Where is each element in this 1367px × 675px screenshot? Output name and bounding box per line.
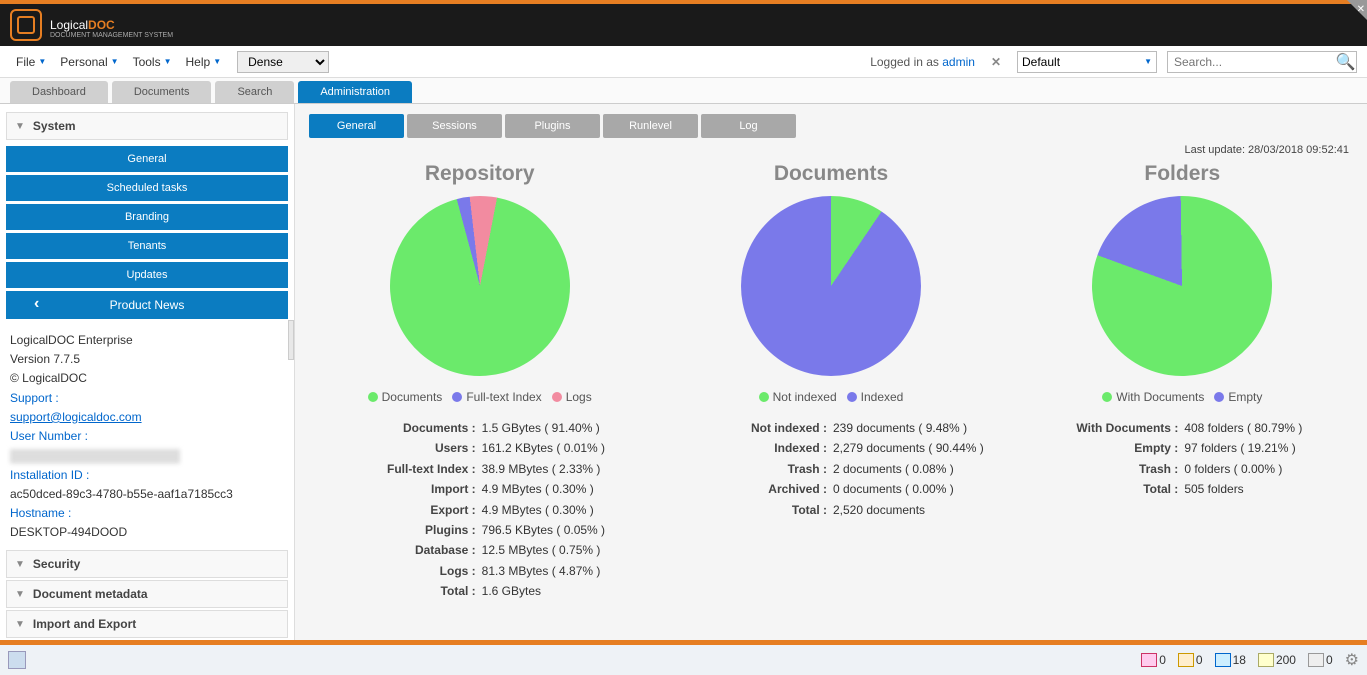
subtab-log[interactable]: Log (701, 114, 796, 138)
stat-row: Indexed :2,279 documents ( 90.44% ) (660, 438, 1001, 458)
tab-search[interactable]: Search (215, 81, 294, 103)
stat-row: Empty :97 folders ( 19.21% ) (1012, 438, 1353, 458)
sidebar-resizer[interactable] (288, 320, 294, 360)
main-tabs: Dashboard Documents Search Administratio… (0, 78, 1367, 104)
sidebar-general[interactable]: General (6, 146, 288, 172)
stats-documents: Not indexed :239 documents ( 9.48% )Inde… (660, 418, 1001, 520)
sidebar-tenants[interactable]: Tenants (6, 233, 288, 259)
tab-dashboard[interactable]: Dashboard (10, 81, 108, 103)
search-input[interactable] (1168, 53, 1335, 71)
chart-folders: Folders With Documents Empty With Docume… (1012, 162, 1353, 602)
stat-row: Archived :0 documents ( 0.00% ) (660, 479, 1001, 499)
tab-documents[interactable]: Documents (112, 81, 212, 103)
stat-row: Total :505 folders (1012, 479, 1353, 499)
stat-row: Full-text Index :38.9 MBytes ( 2.33% ) (309, 459, 650, 479)
logo-text: LogicalDOC DOCUMENT MANAGEMENT SYSTEM (50, 12, 173, 39)
sidebar-branding[interactable]: Branding (6, 204, 288, 230)
menubar: File▼ Personal▼ Tools▼ Help▼ Dense Logge… (0, 46, 1367, 78)
subtab-plugins[interactable]: Plugins (505, 114, 600, 138)
pie-documents (741, 196, 921, 376)
statusbar: 0 0 18 200 0 ⚙ (0, 643, 1367, 675)
stats-folders: With Documents :408 folders ( 80.79% )Em… (1012, 418, 1353, 500)
stat-row: Database :12.5 MBytes ( 0.75% ) (309, 540, 650, 560)
stat-row: Import :4.9 MBytes ( 0.30% ) (309, 479, 650, 499)
status-download[interactable]: 18 (1215, 653, 1246, 667)
status-app-icon[interactable] (8, 651, 26, 669)
session-label: Logged in as admin (870, 55, 975, 69)
stat-row: Trash :0 folders ( 0.00% ) (1012, 459, 1353, 479)
status-settings[interactable]: ⚙ (1345, 650, 1359, 670)
sidebar: ▼System General Scheduled tasks Branding… (0, 104, 295, 643)
support-email-link[interactable]: support@logicaldoc.com (10, 410, 142, 424)
sidebar-system-header[interactable]: ▼System (6, 112, 288, 140)
sidebar-security-header[interactable]: ▼Security (6, 550, 288, 578)
stat-row: Not indexed :239 documents ( 9.48% ) (660, 418, 1001, 438)
chart-repository: Repository Documents Full-text Index Log… (309, 162, 650, 602)
stat-row: Plugins :796.5 KBytes ( 0.05% ) (309, 520, 650, 540)
chevron-left-icon: ‹ (34, 295, 39, 313)
stat-row: Trash :2 documents ( 0.08% ) (660, 459, 1001, 479)
status-other[interactable]: 0 (1308, 653, 1333, 667)
download-icon (1215, 653, 1231, 667)
sidebar-scheduled-tasks[interactable]: Scheduled tasks (6, 175, 288, 201)
checkout-icon (1178, 653, 1194, 667)
stat-row: Documents :1.5 GBytes ( 91.40% ) (309, 418, 650, 438)
sidebar-info: LogicalDOC Enterprise Version 7.7.5 © Lo… (6, 325, 288, 548)
stat-row: Users :161.2 KBytes ( 0.01% ) (309, 438, 650, 458)
stat-row: With Documents :408 folders ( 80.79% ) (1012, 418, 1353, 438)
subtab-sessions[interactable]: Sessions (407, 114, 502, 138)
stat-row: Logs :81.3 MBytes ( 4.87% ) (309, 561, 650, 581)
search-icon[interactable]: 🔍 (1335, 51, 1356, 73)
tab-administration[interactable]: Administration (298, 81, 412, 103)
logo-icon (10, 9, 42, 41)
logout-button[interactable]: ✕ (985, 55, 1007, 69)
menu-tools[interactable]: Tools▼ (127, 51, 178, 73)
pie-repository (369, 176, 589, 396)
mail-icon (1258, 653, 1274, 667)
sidebar-product-news[interactable]: ‹Product News (6, 291, 288, 319)
stat-row: Export :4.9 MBytes ( 0.30% ) (309, 500, 650, 520)
density-select[interactable]: Dense (237, 51, 329, 73)
pie-folders (1067, 171, 1298, 402)
sidebar-impexp-header[interactable]: ▼Import and Export (6, 610, 288, 638)
lock-icon (1141, 653, 1157, 667)
last-update: Last update: 28/03/2018 09:52:41 (313, 144, 1349, 156)
status-messages[interactable]: 200 (1258, 653, 1296, 667)
gear-icon: ⚙ (1345, 650, 1359, 670)
app-header: LogicalDOC DOCUMENT MANAGEMENT SYSTEM ✕ (0, 4, 1367, 46)
chart-documents: Documents Not indexed Indexed Not indexe… (660, 162, 1001, 602)
stat-row: Total :1.6 GBytes (309, 581, 650, 601)
subtab-general[interactable]: General (309, 114, 404, 138)
close-icon[interactable]: ✕ (1357, 4, 1365, 15)
status-locked[interactable]: 0 (1141, 653, 1166, 667)
content-area: General Sessions Plugins Runlevel Log La… (295, 104, 1367, 643)
menu-help[interactable]: Help▼ (180, 51, 228, 73)
menu-file[interactable]: File▼ (10, 51, 52, 73)
stat-row: Total :2,520 documents (660, 500, 1001, 520)
sidebar-docmeta-header[interactable]: ▼Document metadata (6, 580, 288, 608)
tenant-select[interactable]: Default▼ (1017, 51, 1157, 73)
menu-personal[interactable]: Personal▼ (54, 51, 124, 73)
stats-repository: Documents :1.5 GBytes ( 91.40% )Users :1… (309, 418, 650, 602)
subtab-runlevel[interactable]: Runlevel (603, 114, 698, 138)
box-icon (1308, 653, 1324, 667)
status-checkout[interactable]: 0 (1178, 653, 1203, 667)
sidebar-updates[interactable]: Updates (6, 262, 288, 288)
